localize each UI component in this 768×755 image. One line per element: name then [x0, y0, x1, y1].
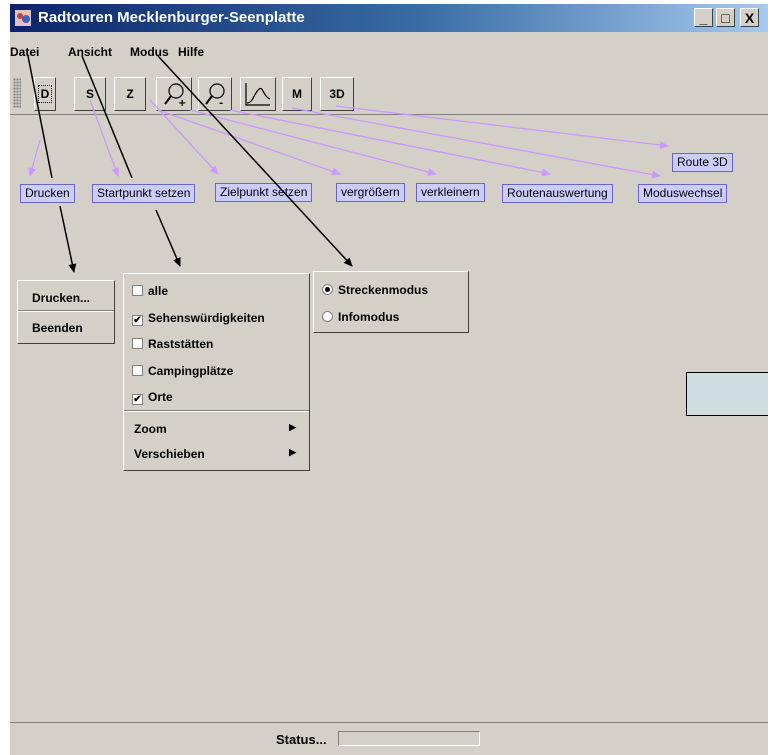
- arrow-ansicht-menu: [155, 209, 181, 267]
- arrow-datei-menu: [59, 205, 77, 273]
- annotation-arrows: [27, 55, 669, 273]
- arrow-modus-menu: [157, 55, 353, 267]
- arrow-moduswechsel: [291, 107, 661, 179]
- arrow-ansicht-line: [81, 55, 133, 179]
- arrow-datei-line: [27, 55, 53, 179]
- arrow-route3d: [335, 105, 669, 150]
- arrow-drucken: [28, 139, 41, 177]
- arrow-routenauswertung: [229, 109, 551, 177]
